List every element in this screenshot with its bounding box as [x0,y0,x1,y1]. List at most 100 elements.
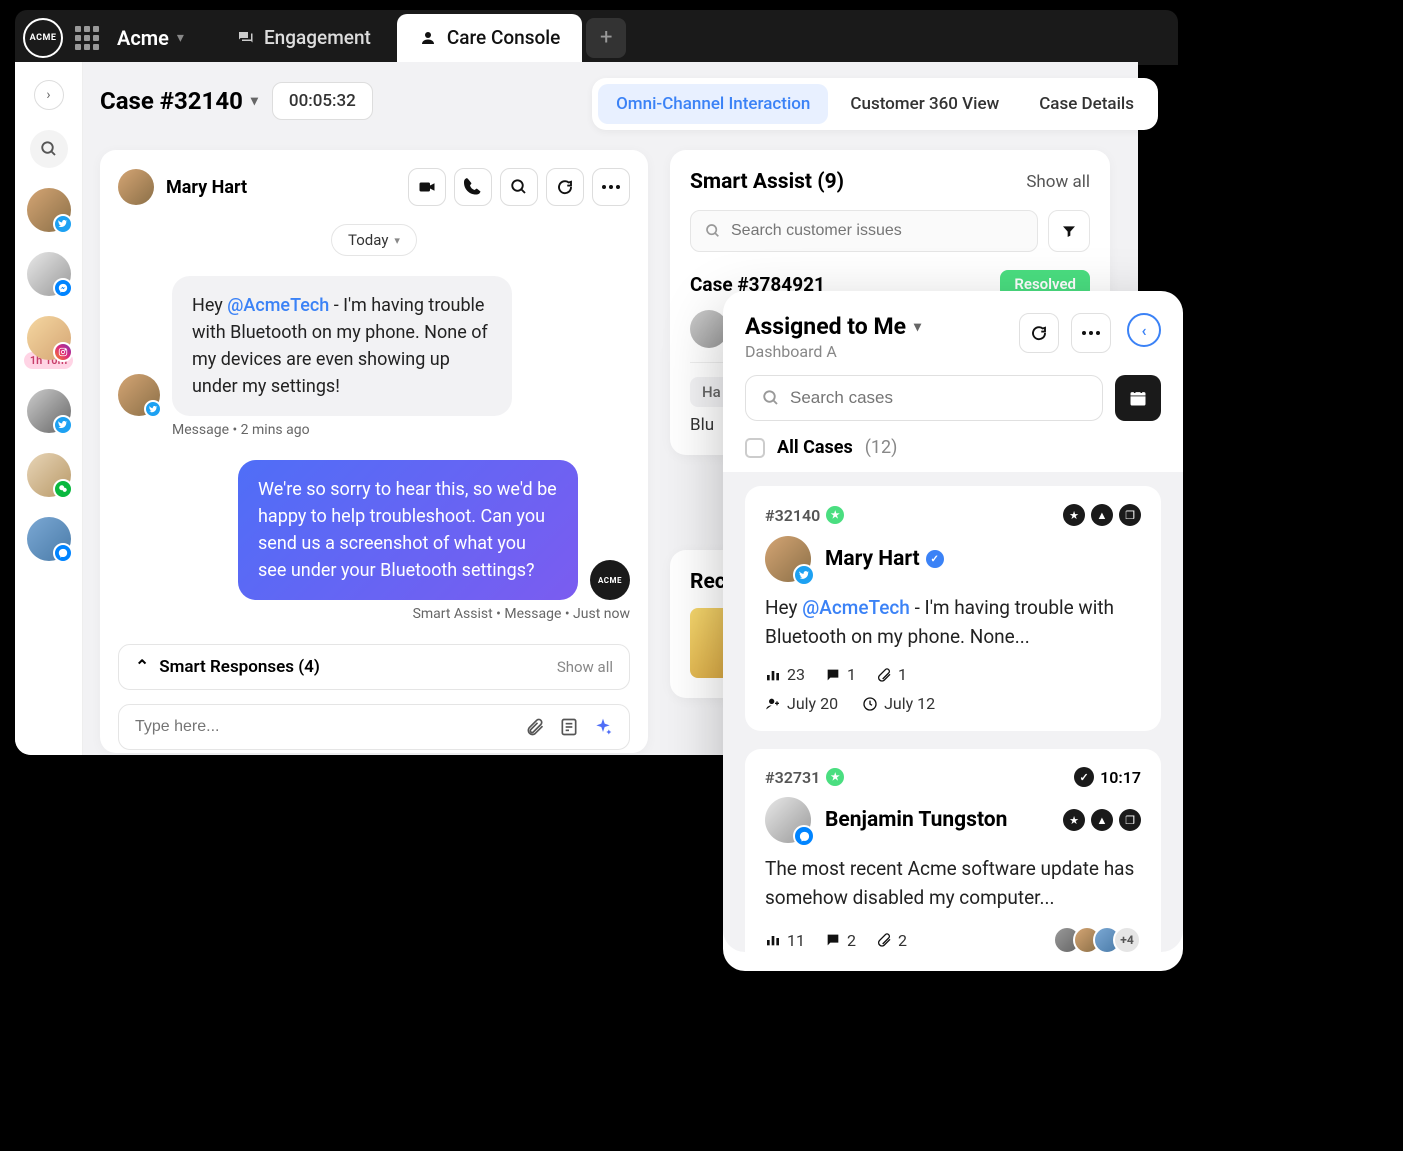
chat-header: Mary Hart [118,168,630,206]
view-tab-360[interactable]: Customer 360 View [832,84,1017,124]
calendar-icon [1128,388,1148,408]
brand-logo: ACME [23,18,63,58]
search-icon [510,178,528,196]
tab-engagement[interactable]: Engagement [214,14,393,62]
video-call-button[interactable] [408,168,446,206]
messenger-icon [53,278,73,298]
dash-title-dropdown[interactable]: Assigned to Me ▾ [745,313,1007,340]
refresh-icon [556,178,574,196]
messenger-icon [793,825,815,847]
chart-icon [765,932,781,948]
messenger-icon [53,543,73,563]
date-selector[interactable]: Today ▾ [331,224,417,256]
created-date: July 20 [765,694,838,713]
comment-icon [825,667,841,683]
filter-button[interactable] [1048,210,1090,252]
show-all-link[interactable]: Show all [1026,172,1090,192]
refresh-icon [1030,324,1048,342]
copy-action-icon[interactable]: ❐ [1119,504,1141,526]
message-bubble: We're so sorry to hear this, so we'd be … [238,460,578,600]
message-meta: Message • 2 mins ago [172,422,630,438]
copy-action-icon[interactable]: ❐ [1119,809,1141,831]
message-outbound: We're so sorry to hear this, so we'd be … [118,460,630,600]
case-time: ✓10:17 [1074,767,1141,787]
template-icon[interactable] [559,717,579,737]
expand-rail-button[interactable]: › [34,80,64,110]
show-all-link[interactable]: Show all [557,658,613,676]
twitter-icon [53,415,73,435]
mention[interactable]: @AcmeTech [802,596,910,619]
chevron-down-icon: ▾ [251,93,258,109]
dash-case-card[interactable]: #32731★ ✓10:17 Benjamin Tungston ★ ▲ ❐ T… [745,749,1161,952]
chevron-down-icon: ▾ [394,234,400,247]
attachments-stat: 1 [876,665,907,684]
chat-actions [408,168,630,206]
chevron-up-icon: ⌃ [135,657,149,677]
brand-name[interactable]: Acme [117,26,169,50]
attachment-icon[interactable] [525,717,545,737]
message-bubble: Hey @AcmeTech - I'm having trouble with … [172,276,512,416]
calendar-button[interactable] [1115,375,1161,421]
rail-conversation-2[interactable] [27,252,71,296]
rail-conversation-6[interactable] [27,517,71,561]
sparkle-icon[interactable] [593,717,613,737]
rail-conversation-4[interactable] [27,389,71,433]
avatar [765,536,811,582]
dash-case-card[interactable]: #32140★ ★ ▲ ❐ Mary Hart✓ Hey @AcmeTech -… [745,486,1161,731]
rail-conversation-1[interactable] [27,188,71,232]
case-timer: 00:05:32 [272,82,373,120]
message-composer [118,704,630,750]
more-chat-button[interactable] [592,168,630,206]
views-stat: 23 [765,665,805,684]
case-title-dropdown[interactable]: Case #32140 ▾ [100,87,258,115]
check-icon: ✓ [1074,767,1094,787]
views-stat: 11 [765,931,805,950]
more-icon [602,185,620,189]
dash-search-input[interactable] [790,388,1086,408]
case-title-text: Case #32140 [100,87,243,115]
archive-action-icon[interactable]: ▲ [1091,504,1113,526]
view-tab-details[interactable]: Case Details [1021,84,1152,124]
message-meta: Smart Assist • Message • Just now [118,606,630,622]
dash-title-text: Assigned to Me [745,313,906,340]
view-tab-omni[interactable]: Omni-Channel Interaction [598,84,828,124]
refresh-chat-button[interactable] [546,168,584,206]
headset-icon [419,29,437,47]
dash-case-list[interactable]: #32140★ ★ ▲ ❐ Mary Hart✓ Hey @AcmeTech -… [723,472,1183,952]
star-action-icon[interactable]: ★ [1063,504,1085,526]
more-dash-button[interactable] [1071,313,1111,353]
archive-action-icon[interactable]: ▲ [1091,809,1113,831]
smart-responses-toggle[interactable]: ⌃ Smart Responses (4) Show all [118,644,630,690]
chat-user[interactable]: Mary Hart [118,169,247,205]
apps-grid-icon[interactable] [75,26,99,50]
rail-conversation-3[interactable] [27,316,71,360]
comments-stat: 2 [825,931,856,950]
composer-input[interactable] [135,718,525,736]
attachments-stat: 2 [876,931,907,950]
chat-panel: Mary Hart Today ▾ Hey @AcmeTech - I'm ha… [100,150,648,753]
chevron-down-icon: ▾ [914,319,921,335]
clock-icon [862,696,878,712]
rail-search-button[interactable] [30,130,68,168]
chevron-down-icon[interactable]: ▾ [177,30,184,46]
more-avatars[interactable]: +4 [1113,926,1141,952]
star-action-icon[interactable]: ★ [1063,809,1085,831]
tab-care-console[interactable]: Care Console [397,14,582,62]
updated-date: July 12 [862,694,935,713]
collapse-dash-button[interactable]: ‹ [1127,313,1161,347]
rail-conversation-5[interactable] [27,453,71,497]
attachment-icon [876,932,892,948]
voice-call-button[interactable] [454,168,492,206]
view-tabs: Omni-Channel Interaction Customer 360 Vi… [592,78,1158,130]
refresh-dash-button[interactable] [1019,313,1059,353]
assignee-avatars[interactable]: +4 [1061,926,1141,952]
more-icon [1082,331,1100,335]
dash-subtitle: Dashboard A [745,342,1007,361]
assist-search-input[interactable] [731,222,1023,240]
search-icon [762,389,780,407]
attachment-icon [876,667,892,683]
add-tab-button[interactable]: + [586,18,626,58]
mention[interactable]: @AcmeTech [227,295,329,316]
all-cases-checkbox[interactable] [745,438,765,458]
search-chat-button[interactable] [500,168,538,206]
